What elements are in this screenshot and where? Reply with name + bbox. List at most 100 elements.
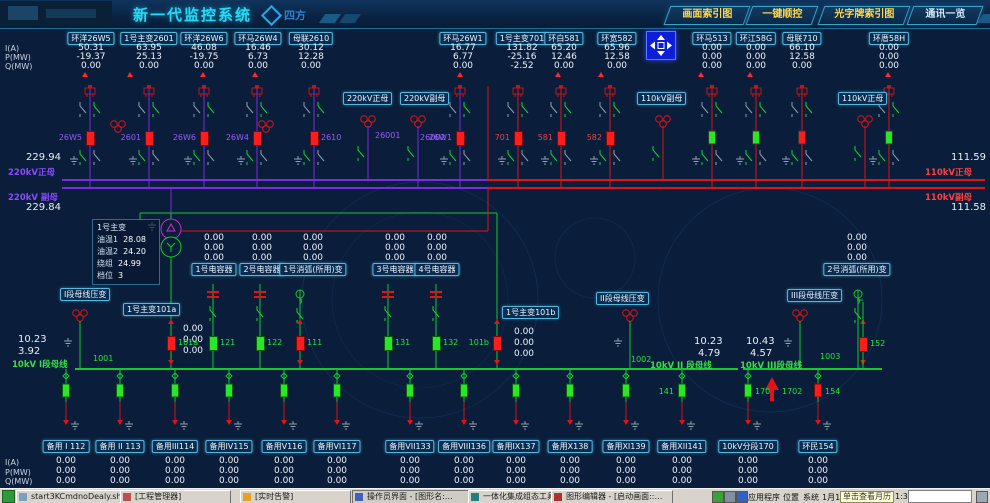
tray-menu-0[interactable]: 应用程序 [748, 492, 780, 503]
bottom-feeder-button[interactable]: 备用 II 113 [95, 440, 144, 453]
row-label-reactive-power: Q(MW) [5, 477, 32, 486]
bottom-feeder-button[interactable]: 环民154 [798, 440, 837, 453]
brand-name: 四方 [284, 7, 306, 23]
bottom-feeder-value: 0.00 [165, 477, 185, 486]
aux-bay-value: 0.00 [385, 254, 405, 263]
bottom-feeder-value: 0.00 [808, 467, 828, 476]
aux-bay-value: 0.00 [427, 254, 447, 263]
aux-bay-value: 0.00 [847, 244, 867, 253]
breaker-label-101a: 101a [178, 338, 198, 347]
bus10-2-voltage: 10.23 [694, 336, 723, 347]
bottom-feeder-button[interactable]: 备用XI139 [602, 440, 649, 453]
breaker-131[interactable] [384, 336, 393, 351]
alarm-tick-icon [200, 72, 206, 77]
taskbar-item-3[interactable]: 操作员界面 - [图形名:… [352, 490, 480, 503]
tray-icon-right[interactable] [976, 491, 988, 503]
nav-comm-overview-button[interactable]: 通讯一览 [907, 6, 984, 25]
aux-bay-value: 0.00 [252, 234, 272, 243]
launcher-icon[interactable] [2, 490, 15, 503]
breaker-121[interactable] [209, 336, 218, 351]
incomer-101a-button[interactable]: 1号主变101a [123, 303, 180, 316]
breaker-122[interactable] [256, 336, 265, 351]
aux-bay-button[interactable]: 4号电容器 [414, 263, 459, 276]
aux-bay-value: 0.00 [204, 244, 224, 253]
disconnect-label-1003: 1003 [820, 352, 840, 361]
breaker-581[interactable] [557, 131, 566, 146]
pt-section3-button[interactable]: III段母线压变 [787, 289, 842, 302]
feeder-reactive-power: 0.00 [702, 62, 722, 71]
bottom-feeder-value: 0.00 [56, 457, 76, 466]
feeder-reactive-power: 0.00 [554, 62, 574, 71]
bottom-feeder-value: 0.00 [274, 457, 294, 466]
disconnect-label-26001: 26001 [375, 131, 400, 140]
quick-launch-box[interactable] [908, 490, 972, 503]
feeder-reactive-power: 0.00 [607, 62, 627, 71]
bottom-feeder-value: 0.00 [808, 477, 828, 486]
taskbar-item-4[interactable]: 一体化集成组态工具 - [… [468, 490, 564, 503]
bottom-feeder-button[interactable]: 备用III114 [152, 440, 198, 453]
nav-annunciator-index-button[interactable]: 光字牌索引图 [818, 6, 911, 25]
breaker-26W5[interactable] [86, 131, 95, 146]
pt-section1-button[interactable]: I段母线压变 [60, 288, 110, 301]
aux-bay-value: 0.00 [847, 234, 867, 243]
taskbar-item-0[interactable]: start3KCmdnoDealy.sh [16, 490, 132, 503]
breaker-2610[interactable] [310, 131, 319, 146]
breaker-26W1[interactable] [456, 131, 465, 146]
bottom-feeder-button[interactable]: 备用IX137 [492, 440, 539, 453]
header-left-block [0, 1, 112, 26]
aux-bay-button[interactable]: 3号电容器 [372, 263, 417, 276]
breaker-label-701: 701 [495, 133, 510, 142]
taskbar-item-5[interactable]: 图形编辑器 - [启动画面::… [551, 490, 673, 503]
breaker-26W4[interactable] [253, 131, 262, 146]
taskbar-item-2[interactable]: [实时告警] [240, 490, 351, 503]
bus110-main-tag: 110kV正母 [838, 92, 887, 105]
bottom-feeder-button[interactable]: 备用VIII136 [438, 440, 490, 453]
bottom-feeder-value: 0.00 [56, 477, 76, 486]
alarm-tick-icon [698, 72, 704, 77]
bottom-feeder-value: 0.00 [672, 477, 692, 486]
aux-bay-button[interactable]: 2号电容器 [239, 263, 284, 276]
aux-bay-button[interactable]: 1号消弧(所用)变 [279, 263, 346, 276]
bottom-feeder-button[interactable]: 备用V116 [262, 440, 307, 453]
bottom-feeder-button[interactable]: 备用VI117 [313, 440, 360, 453]
taskbar-item-1[interactable]: [工程管理器] [120, 490, 231, 503]
breaker-label-170: 170 [755, 387, 770, 396]
breaker-701[interactable] [514, 131, 523, 146]
aux-bay-button[interactable]: 2号消弧(所用)变 [823, 263, 890, 276]
breaker-101b[interactable] [493, 336, 502, 351]
breaker-111[interactable] [296, 336, 305, 351]
incomer-101a-value: 0.00 [183, 347, 203, 356]
bottom-feeder-button[interactable]: 备用X138 [548, 440, 593, 453]
bottom-feeder-button[interactable]: 备用IV115 [205, 440, 252, 453]
taskbar-item-icon [554, 493, 562, 501]
bottom-feeder-button[interactable]: 备用VII133 [385, 440, 434, 453]
aux-bay-button[interactable]: 1号电容器 [191, 263, 236, 276]
compass-nav-button[interactable] [646, 31, 676, 60]
pt-section2-button[interactable]: II段母线压变 [596, 292, 649, 305]
bottom-feeder-value: 0.00 [454, 477, 474, 486]
taskbar-item-icon [243, 493, 251, 501]
bottom-feeder-value: 0.00 [506, 457, 526, 466]
bus110-aux-voltage: 111.58 [951, 202, 986, 213]
nav-one-key-sequence-button[interactable]: 一键顺控 [746, 6, 819, 25]
bottom-feeder-button[interactable]: 10kV分段170 [718, 440, 778, 453]
aux-bay-value: 0.00 [427, 234, 447, 243]
bottom-feeder-value: 0.00 [327, 467, 347, 476]
tray-menu-1[interactable]: 位置 [783, 492, 799, 503]
incomer-101b-button[interactable]: 1号主变101b [502, 306, 559, 319]
bottom-feeder-button[interactable]: 备用 I 112 [43, 440, 90, 453]
nav-screen-index-button[interactable]: 画面索引图 [664, 6, 751, 25]
breaker-582[interactable] [606, 131, 615, 146]
breaker-101a[interactable] [167, 336, 176, 351]
bus10-3-voltage: 10.43 [746, 336, 775, 347]
breaker-132[interactable] [432, 336, 441, 351]
tray-menu-2[interactable]: 系统 [803, 492, 819, 503]
breaker-152[interactable] [859, 337, 868, 352]
incomer-101b-value: 0.00 [514, 339, 534, 348]
bottom-feeder-button[interactable]: 备用XII141 [657, 440, 706, 453]
bus10-2-name: 10kV II 段母线 [650, 359, 712, 371]
breaker-label-111: 111 [307, 338, 322, 347]
bus220-main-name: 220kV正母 [8, 166, 55, 178]
breaker-26W6[interactable] [200, 131, 209, 146]
breaker-2601[interactable] [145, 131, 154, 146]
